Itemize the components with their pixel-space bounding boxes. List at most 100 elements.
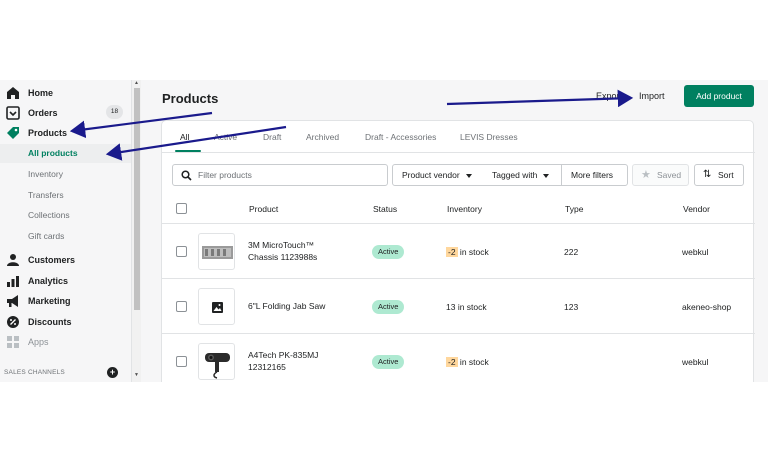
tagged-with-filter[interactable]: Tagged with [483, 164, 562, 186]
row-checkbox[interactable] [176, 301, 187, 312]
scroll-up-icon[interactable]: ▲ [134, 80, 139, 86]
nav-gift-cards[interactable]: Gift cards [28, 231, 64, 241]
tagged-with-label: Tagged with [492, 170, 538, 180]
export-button[interactable]: Export [596, 91, 622, 101]
nav-marketing-label: Marketing [28, 296, 71, 306]
orders-icon [6, 106, 20, 120]
orders-count-badge: 18 [106, 105, 123, 119]
products-card: All Active Draft Archived Draft - Access… [161, 120, 755, 382]
nav-apps-label: Apps [28, 337, 49, 347]
nav-inventory[interactable]: Inventory [28, 169, 63, 179]
row-checkbox[interactable] [176, 356, 187, 367]
scroll-down-icon[interactable]: ▼ [134, 372, 139, 378]
product-vendor-filter[interactable]: Product vendor [392, 164, 484, 186]
sort-icon: ⇅ [703, 169, 712, 180]
inventory-text: 13 in stock [446, 302, 487, 312]
discount-icon [7, 316, 19, 328]
nav-orders[interactable]: Orders 18 [0, 103, 131, 123]
megaphone-icon [7, 295, 18, 307]
product-vendor-label: Product vendor [402, 170, 460, 180]
nav-transfers[interactable]: Transfers [28, 190, 64, 200]
product-name[interactable]: A4Tech PK-835MJ 12312165 [248, 349, 343, 373]
nav-products[interactable]: Products [0, 123, 67, 143]
product-name[interactable]: 6"L Folding Jab Saw [248, 300, 343, 312]
column-vendor[interactable]: Vendor [683, 204, 710, 214]
star-icon: ★ [641, 169, 651, 181]
sales-channels-heading: SALES CHANNELS [4, 369, 65, 376]
select-all-checkbox[interactable] [176, 203, 187, 214]
customers-icon [7, 254, 19, 266]
nav-marketing[interactable]: Marketing [0, 291, 71, 311]
tab-draft-accessories[interactable]: Draft - Accessories [365, 132, 436, 142]
analytics-icon [7, 276, 19, 287]
table-row[interactable]: 3M MicroTouch™ Chassis 1123988s Active -… [162, 224, 755, 279]
column-type[interactable]: Type [565, 204, 583, 214]
sidebar-scrollbar[interactable]: ▲ ▼ [131, 80, 141, 382]
sort-button[interactable]: ⇅ Sort [694, 164, 744, 186]
tab-all[interactable]: All [180, 132, 189, 142]
product-vendor: akeneo-shop [682, 302, 732, 312]
add-product-button[interactable]: Add product [684, 85, 754, 107]
tab-draft[interactable]: Draft [263, 132, 281, 142]
sidebar: Home Orders 18 Products All products Inv… [0, 80, 131, 382]
row-checkbox[interactable] [176, 246, 187, 257]
status-badge: Active [372, 300, 405, 314]
product-name[interactable]: 3M MicroTouch™ Chassis 1123988s [248, 239, 343, 263]
product-tabs: All Active Draft Archived Draft - Access… [162, 121, 755, 153]
sort-label: Sort [718, 170, 734, 180]
tab-levis-dresses[interactable]: LEVIS Dresses [460, 132, 518, 142]
tab-active[interactable]: Active [214, 132, 237, 142]
nav-home-label: Home [28, 88, 54, 98]
search-input[interactable]: Filter products [172, 164, 388, 186]
nav-customers[interactable]: Customers [0, 250, 75, 270]
nav-home[interactable]: Home [0, 83, 53, 103]
search-placeholder: Filter products [198, 170, 252, 180]
saved-label: Saved [657, 170, 682, 180]
inventory-value: -2 in stock [446, 357, 489, 367]
nav-products-label: Products [28, 128, 68, 138]
webcam-image-icon [205, 353, 230, 379]
nav-analytics-label: Analytics [28, 276, 69, 286]
column-product[interactable]: Product [249, 204, 278, 214]
nav-collections[interactable]: Collections [28, 210, 70, 220]
nav-all-products-label: All products [28, 148, 78, 158]
scroll-thumb[interactable] [134, 88, 140, 310]
table-row[interactable]: A4Tech PK-835MJ 12312165 Active -2 in st… [162, 334, 755, 382]
app-frame: Home Orders 18 Products All products Inv… [0, 80, 768, 382]
page-title: Products [162, 91, 219, 106]
image-placeholder-icon [212, 302, 223, 313]
column-inventory[interactable]: Inventory [447, 204, 482, 214]
table-header: Product Status Inventory Type Vendor [162, 194, 755, 224]
inventory-value: -2 in stock [446, 247, 489, 257]
inventory-warning: -2 [446, 247, 458, 257]
tab-archived[interactable]: Archived [306, 132, 339, 142]
add-sales-channel-icon[interactable]: + [107, 367, 118, 378]
table-row[interactable]: 6"L Folding Jab Saw Active 13 in stock 1… [162, 279, 755, 334]
nav-customers-label: Customers [28, 255, 76, 265]
status-badge: Active [372, 355, 405, 369]
chevron-down-icon [543, 173, 550, 178]
inventory-warning: -2 [446, 357, 458, 367]
product-vendor: webkul [682, 357, 709, 367]
home-icon [7, 87, 19, 99]
status-badge: Active [372, 245, 405, 259]
product-thumbnail[interactable] [198, 288, 235, 325]
search-icon [181, 170, 192, 181]
product-vendor: webkul [682, 247, 709, 257]
inventory-text: in stock [457, 357, 489, 367]
nav-all-products[interactable]: All products [0, 144, 131, 163]
tag-icon [7, 127, 19, 139]
more-filters-button[interactable]: More filters [561, 164, 628, 186]
product-thumbnail[interactable] [198, 233, 235, 270]
nav-apps[interactable]: Apps [0, 332, 49, 352]
chevron-down-icon [465, 173, 472, 178]
inventory-value: 13 in stock [446, 302, 487, 312]
product-thumbnail[interactable] [198, 343, 235, 380]
column-status[interactable]: Status [373, 204, 397, 214]
nav-analytics[interactable]: Analytics [0, 271, 68, 291]
import-button[interactable]: Import [639, 91, 665, 101]
saved-button[interactable]: ★ Saved [632, 164, 689, 186]
nav-discounts[interactable]: Discounts [0, 312, 72, 332]
nav-discounts-label: Discounts [28, 317, 72, 327]
main-content: Products Export Import Add product All A… [141, 80, 768, 382]
